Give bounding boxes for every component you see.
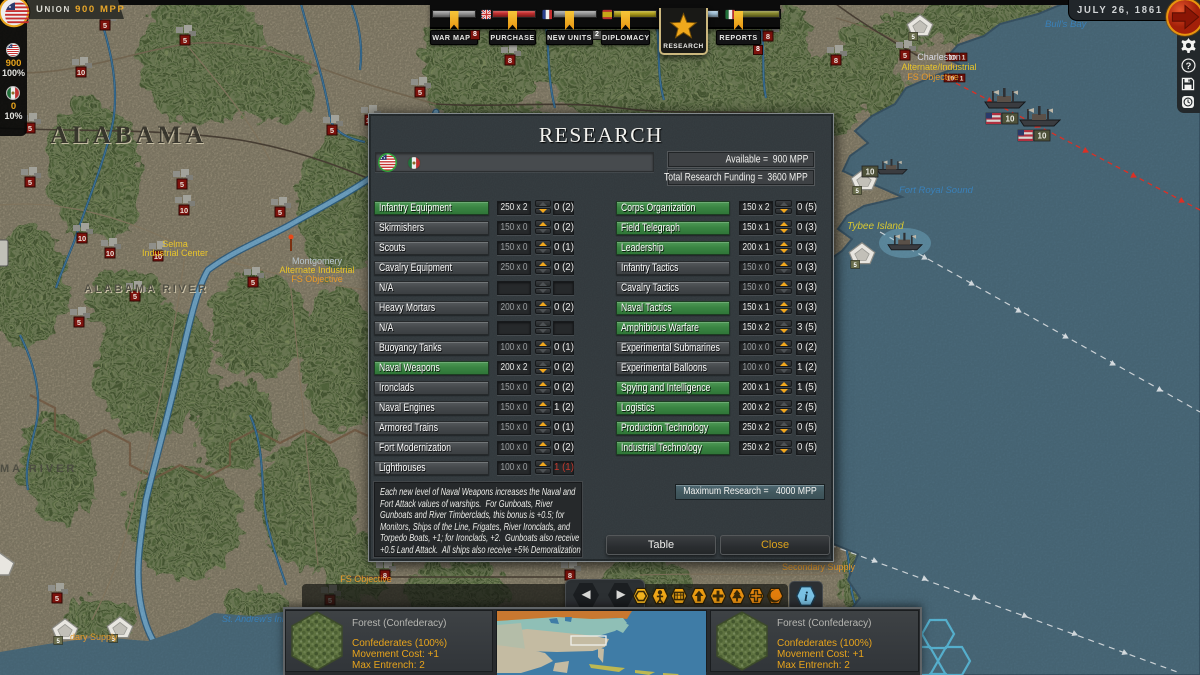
svg-text:5: 5 (903, 51, 907, 60)
svg-text:1: 1 (960, 76, 964, 83)
svg-text:Alternate/Industrial: Alternate/Industrial (901, 62, 976, 72)
svg-text:Tybee Island: Tybee Island (847, 221, 904, 232)
svg-text:5: 5 (418, 88, 422, 97)
svg-text:FS Objective: FS Objective (907, 72, 959, 82)
svg-text:8: 8 (508, 56, 512, 65)
svg-text:ALABAMA: ALABAMA (50, 122, 207, 149)
svg-text:5: 5 (180, 180, 184, 189)
svg-text:5: 5 (77, 318, 81, 327)
svg-text:MA RIVER: MA RIVER (0, 463, 77, 475)
svg-text:10: 10 (866, 168, 875, 177)
svg-text:10: 10 (1038, 132, 1047, 141)
svg-text:5: 5 (28, 124, 32, 133)
svg-text:5: 5 (251, 278, 255, 287)
svg-text:5: 5 (28, 178, 32, 187)
svg-text:?: ? (1186, 61, 1192, 71)
svg-text:5: 5 (330, 126, 334, 135)
svg-text:FS Objective: FS Objective (340, 574, 392, 584)
svg-text:10: 10 (1006, 115, 1015, 124)
svg-text:dary Supply: dary Supply (70, 632, 118, 642)
svg-text:FS Objective: FS Objective (291, 274, 343, 284)
svg-text:5: 5 (55, 594, 59, 603)
svg-text:8: 8 (834, 56, 838, 65)
svg-text:1: 1 (962, 55, 966, 62)
svg-text:8: 8 (766, 32, 770, 41)
svg-text:10: 10 (77, 68, 85, 77)
svg-text:10: 10 (106, 249, 114, 258)
svg-text:Secondary Supply: Secondary Supply (782, 562, 856, 572)
svg-text:ALABAMA RIVER: ALABAMA RIVER (84, 283, 208, 295)
svg-text:5: 5 (278, 208, 282, 217)
svg-text:Fort Royal Sound: Fort Royal Sound (899, 185, 974, 196)
svg-text:Industrial Center: Industrial Center (142, 248, 208, 258)
svg-text:10: 10 (180, 206, 188, 215)
svg-text:5: 5 (183, 36, 187, 45)
svg-text:St. Andrew's Inlet: St. Andrew's Inlet (222, 614, 292, 624)
svg-text:5: 5 (103, 21, 107, 30)
svg-text:10: 10 (78, 234, 86, 243)
svg-text:Charleston: Charleston (917, 52, 961, 62)
svg-text:i: i (804, 589, 808, 604)
